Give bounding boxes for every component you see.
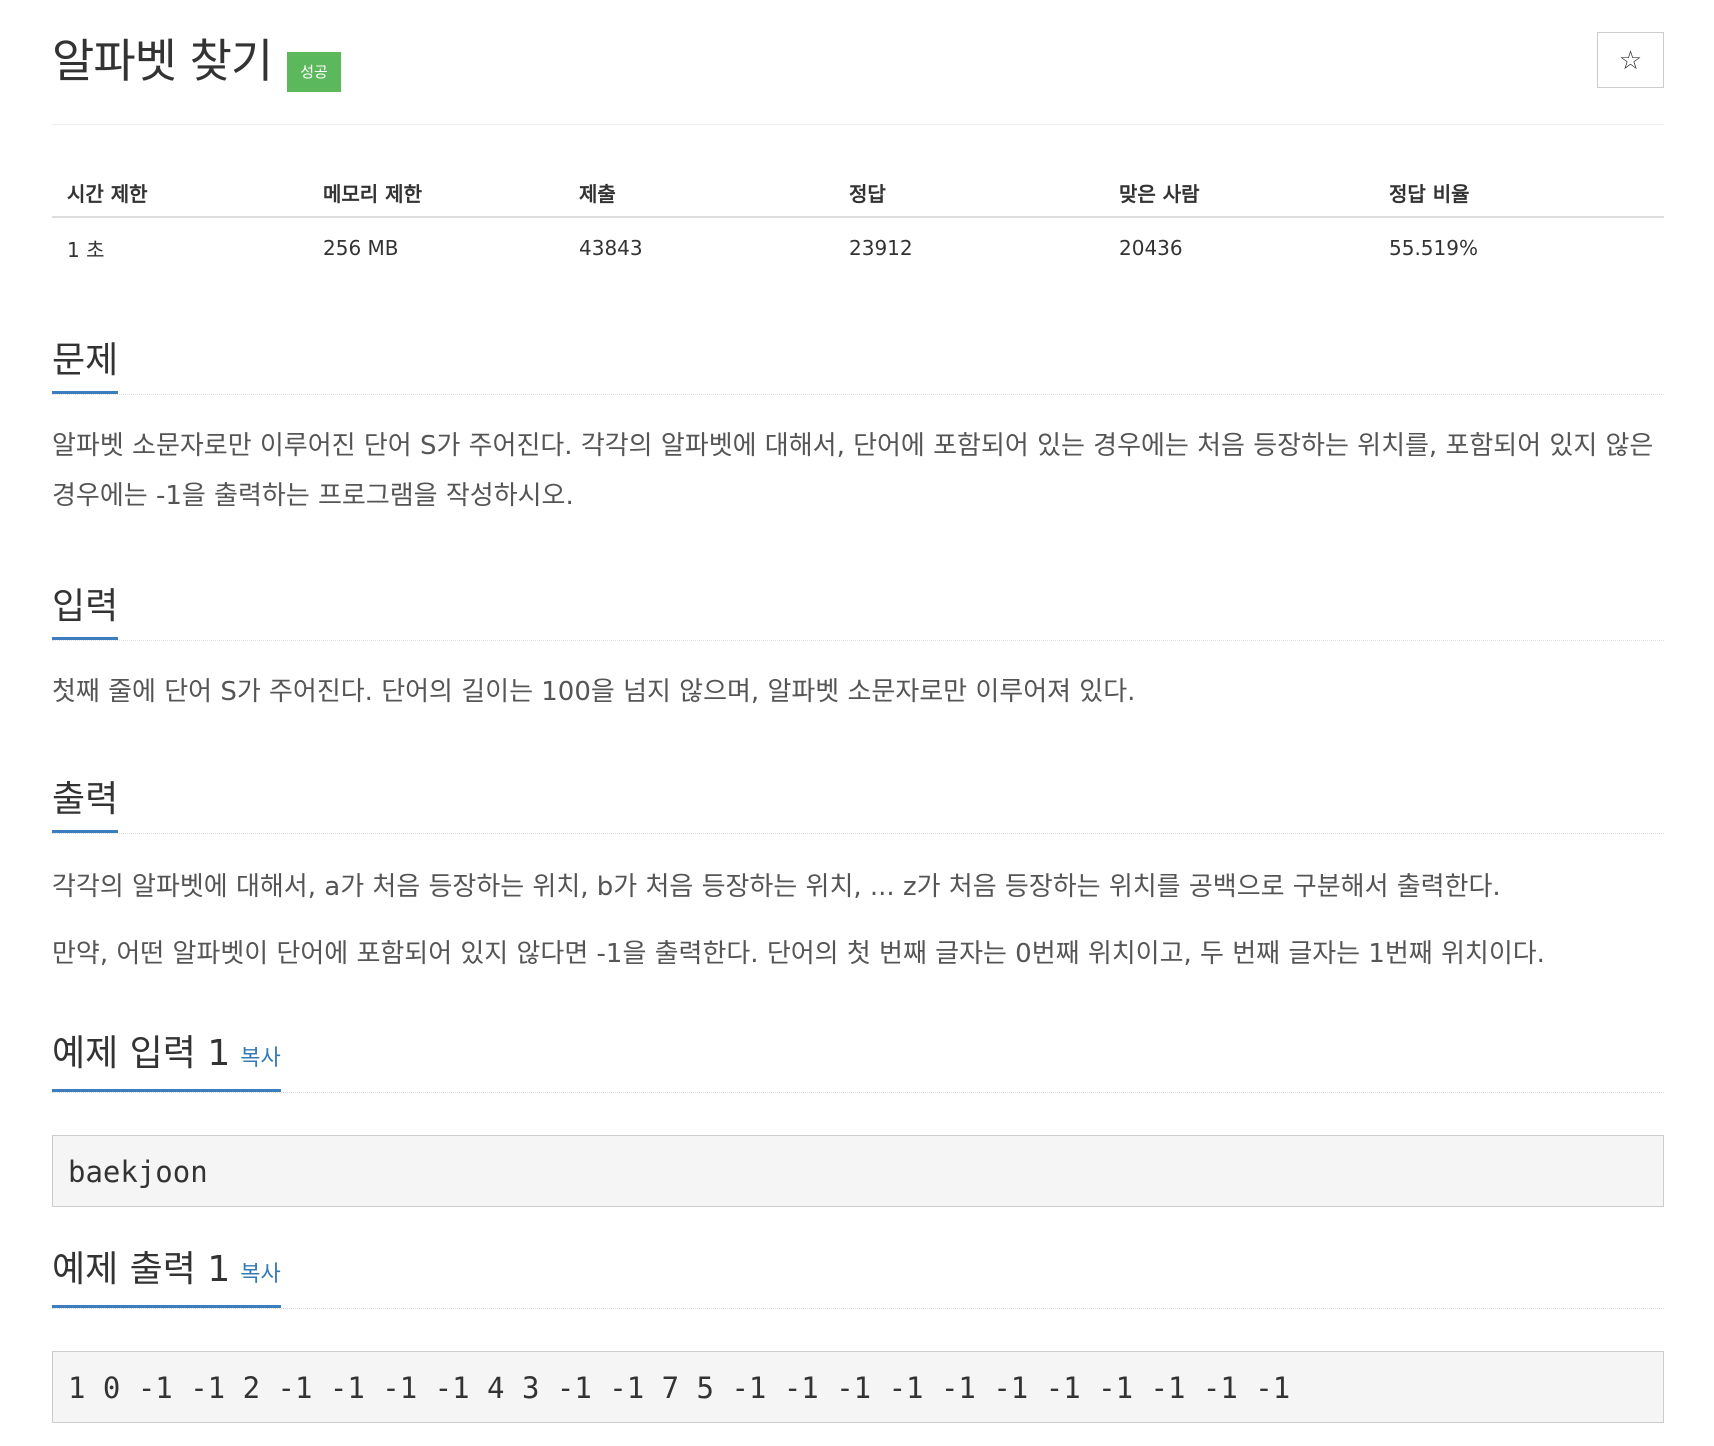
stats-value-row: 1 초 256 MB 43843 23912 20436 55.519% (52, 217, 1664, 278)
problem-section: 문제 알파벳 소문자로만 이루어진 단어 S가 주어진다. 각각의 알파벳에 대… (52, 334, 1664, 521)
sample-output-heading-text: 예제 출력 1 (52, 1249, 231, 1290)
sample-input-heading: 예제 입력 1 복사 (52, 1026, 281, 1092)
stats-table: 시간 제한 메모리 제한 제출 정답 맞은 사람 정답 비율 1 초 256 M… (52, 168, 1664, 278)
sample-input-copy-link[interactable]: 복사 (240, 1046, 280, 1071)
stats-memory-limit: 256 MB (323, 236, 399, 260)
input-description: 첫째 줄에 단어 S가 주어진다. 단어의 길이는 100을 넘지 않으며, 알… (52, 677, 1136, 707)
stats-header-row: 시간 제한 메모리 제한 제출 정답 맞은 사람 정답 비율 (52, 168, 1664, 218)
stats-solved-users: 20436 (1119, 236, 1183, 260)
stats-header-ratio: 정답 비율 (1374, 168, 1664, 218)
input-heading: 입력 (52, 579, 119, 640)
star-button[interactable]: ☆ (1597, 32, 1664, 88)
sample-input-heading-text: 예제 입력 1 (52, 1033, 231, 1074)
problem-heading: 문제 (52, 333, 119, 394)
stats-header-submissions: 제출 (564, 168, 834, 218)
sample-output-heading: 예제 출력 1 복사 (52, 1242, 281, 1308)
sample-output-box: 1 0 -1 -1 2 -1 -1 -1 -1 4 3 -1 -1 7 5 -1… (52, 1351, 1664, 1423)
output-heading-bar: 출력 (52, 773, 1664, 834)
output-section: 출력 각각의 알파벳에 대해서, a가 처음 등장하는 위치, b가 처음 등장… (52, 773, 1664, 979)
problem-description: 알파벳 소문자로만 이루어진 단어 S가 주어진다. 각각의 알파벳에 대해서,… (52, 431, 1654, 511)
sample-input-heading-bar: 예제 입력 1 복사 (52, 1032, 1664, 1093)
stats-submissions: 43843 (579, 236, 643, 260)
output-description-2: 만약, 어떤 알파벳이 단어에 포함되어 있지 않다면 -1을 출력한다. 단어… (52, 939, 1545, 969)
sample-output-copy-link[interactable]: 복사 (240, 1262, 280, 1287)
stats-header-memory-limit: 메모리 제한 (308, 168, 564, 218)
output-heading: 출력 (52, 772, 119, 833)
problem-page: 알파벳 찾기 성공 ☆ 시간 제한 메모리 제한 제출 정답 맞은 사람 정답 … (52, 0, 1664, 1423)
stats-header-solved-users: 맞은 사람 (1104, 168, 1374, 218)
output-description-1: 각각의 알파벳에 대해서, a가 처음 등장하는 위치, b가 처음 등장하는 … (52, 872, 1501, 902)
status-badge: 성공 (287, 52, 341, 92)
stats-time-limit: 1 초 (67, 237, 105, 262)
sample-output-heading-bar: 예제 출력 1 복사 (52, 1248, 1664, 1309)
sample-input-section: 예제 입력 1 복사 baekjoon (52, 1032, 1664, 1207)
sample-output-section: 예제 출력 1 복사 1 0 -1 -1 2 -1 -1 -1 -1 4 3 -1… (52, 1248, 1664, 1423)
input-heading-bar: 입력 (52, 580, 1664, 641)
stats-header-time-limit: 시간 제한 (52, 168, 308, 218)
title-row: 알파벳 찾기 성공 ☆ (52, 0, 1664, 125)
sample-input-box: baekjoon (52, 1135, 1664, 1207)
star-icon: ☆ (1618, 46, 1643, 76)
stats-header-accepted: 정답 (834, 168, 1104, 218)
stats-accepted: 23912 (849, 236, 913, 260)
page-title: 알파벳 찾기 (52, 34, 273, 88)
problem-heading-bar: 문제 (52, 334, 1664, 395)
input-section: 입력 첫째 줄에 단어 S가 주어진다. 단어의 길이는 100을 넘지 않으며… (52, 580, 1664, 717)
stats-ratio: 55.519% (1389, 236, 1478, 260)
